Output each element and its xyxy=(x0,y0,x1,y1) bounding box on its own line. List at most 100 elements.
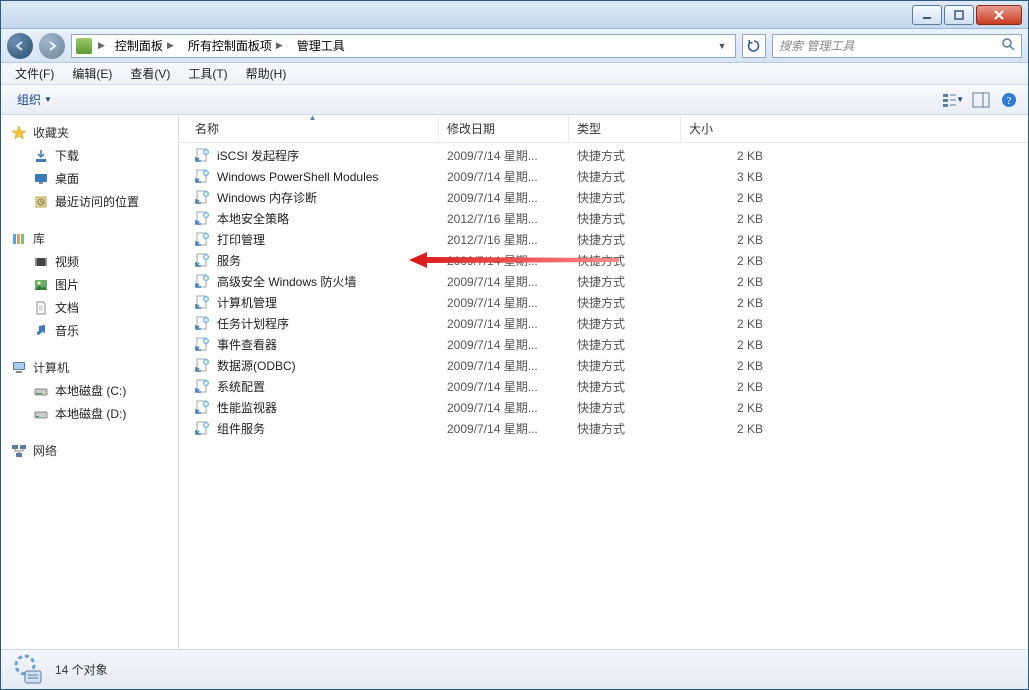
minimize-button[interactable] xyxy=(912,5,942,25)
library-icon xyxy=(11,231,27,247)
menu-view[interactable]: 查看(V) xyxy=(122,63,178,84)
breadcrumb[interactable]: 管理工具 xyxy=(293,35,349,57)
sidebar-network[interactable]: 网络 xyxy=(5,439,174,462)
file-date: 2009/7/14 星期... xyxy=(439,252,569,269)
file-date: 2009/7/14 星期... xyxy=(439,420,569,437)
view-mode-button[interactable]: ▼ xyxy=(942,89,964,111)
file-size: 2 KB xyxy=(681,275,771,289)
sidebar-item-label: 音乐 xyxy=(55,322,79,339)
download-icon xyxy=(33,148,49,164)
address-bar[interactable]: ▶ 控制面板 ▶ 所有控制面板项▶ 管理工具 ▼ xyxy=(71,34,736,58)
shortcut-icon xyxy=(195,253,211,269)
maximize-button[interactable] xyxy=(944,5,974,25)
shortcut-icon xyxy=(195,337,211,353)
sort-asc-icon: ▲ xyxy=(309,113,317,122)
file-size: 2 KB xyxy=(681,317,771,331)
organize-button[interactable]: 组织 ▼ xyxy=(9,88,60,111)
file-name: 系统配置 xyxy=(217,378,265,395)
table-row[interactable]: 本地安全策略2012/7/16 星期...快捷方式2 KB xyxy=(179,208,1028,229)
table-row[interactable]: 性能监视器2009/7/14 星期...快捷方式2 KB xyxy=(179,397,1028,418)
control-panel-icon xyxy=(76,38,92,54)
file-list[interactable]: iSCSI 发起程序2009/7/14 星期...快捷方式2 KBWindows… xyxy=(179,143,1028,649)
table-row[interactable]: 任务计划程序2009/7/14 星期...快捷方式2 KB xyxy=(179,313,1028,334)
shortcut-icon xyxy=(195,190,211,206)
file-size: 2 KB xyxy=(681,338,771,352)
file-name: 组件服务 xyxy=(217,420,265,437)
table-row[interactable]: 事件查看器2009/7/14 星期...快捷方式2 KB xyxy=(179,334,1028,355)
picture-icon xyxy=(33,277,49,293)
sidebar-item-music[interactable]: 音乐 xyxy=(5,319,174,342)
sidebar-favorites[interactable]: 收藏夹 xyxy=(5,121,174,144)
file-type: 快捷方式 xyxy=(569,399,681,416)
file-size: 2 KB xyxy=(681,191,771,205)
chevron-right-icon: ▶ xyxy=(167,40,174,51)
table-row[interactable]: iSCSI 发起程序2009/7/14 星期...快捷方式2 KB xyxy=(179,145,1028,166)
breadcrumb[interactable]: 控制面板 ▶ xyxy=(111,35,178,57)
close-button[interactable] xyxy=(976,5,1022,25)
menu-tools[interactable]: 工具(T) xyxy=(180,63,235,84)
column-name[interactable]: 名称▲ xyxy=(187,115,439,142)
file-size: 2 KB xyxy=(681,401,771,415)
file-date: 2009/7/14 星期... xyxy=(439,378,569,395)
table-row[interactable]: 服务2009/7/14 星期...快捷方式2 KB xyxy=(179,250,1028,271)
shortcut-icon xyxy=(195,211,211,227)
file-size: 2 KB xyxy=(681,149,771,163)
address-dropdown[interactable]: ▼ xyxy=(713,41,731,51)
table-row[interactable]: 数据源(ODBC)2009/7/14 星期...快捷方式2 KB xyxy=(179,355,1028,376)
chevron-right-icon: ▶ xyxy=(98,40,105,51)
file-list-pane: 名称▲ 修改日期 类型 大小 iSCSI 发起程序2009/7/14 星期...… xyxy=(179,115,1028,649)
chevron-down-icon: ▼ xyxy=(956,95,964,104)
table-row[interactable]: 高级安全 Windows 防火墙2009/7/14 星期...快捷方式2 KB xyxy=(179,271,1028,292)
table-row[interactable]: Windows 内存诊断2009/7/14 星期...快捷方式2 KB xyxy=(179,187,1028,208)
sidebar-libraries[interactable]: 库 xyxy=(5,227,174,250)
sidebar-item-label: 下载 xyxy=(55,147,79,164)
sidebar-item-drive-c[interactable]: 本地磁盘 (C:) xyxy=(5,379,174,402)
menubar: 文件(F) 编辑(E) 查看(V) 工具(T) 帮助(H) xyxy=(1,63,1028,85)
file-type: 快捷方式 xyxy=(569,336,681,353)
file-type: 快捷方式 xyxy=(569,273,681,290)
status-bar: 14 个对象 xyxy=(1,649,1028,689)
file-type: 快捷方式 xyxy=(569,357,681,374)
file-size: 2 KB xyxy=(681,422,771,436)
file-type: 快捷方式 xyxy=(569,189,681,206)
sidebar-item-desktop[interactable]: 桌面 xyxy=(5,167,174,190)
table-row[interactable]: 打印管理2012/7/16 星期...快捷方式2 KB xyxy=(179,229,1028,250)
file-date: 2012/7/16 星期... xyxy=(439,210,569,227)
column-type[interactable]: 类型 xyxy=(569,115,681,142)
column-date[interactable]: 修改日期 xyxy=(439,115,569,142)
file-name: Windows 内存诊断 xyxy=(217,189,317,206)
sidebar-item-documents[interactable]: 文档 xyxy=(5,296,174,319)
refresh-button[interactable] xyxy=(742,34,766,58)
file-date: 2009/7/14 星期... xyxy=(439,294,569,311)
sidebar-item-drive-d[interactable]: 本地磁盘 (D:) xyxy=(5,402,174,425)
help-button[interactable]: ? xyxy=(998,89,1020,111)
file-date: 2009/7/14 星期... xyxy=(439,336,569,353)
table-row[interactable]: 系统配置2009/7/14 星期...快捷方式2 KB xyxy=(179,376,1028,397)
breadcrumb-label: 所有控制面板项 xyxy=(188,37,272,54)
search-input[interactable]: 搜索 管理工具 xyxy=(772,34,1022,58)
back-button[interactable] xyxy=(7,33,33,59)
breadcrumb-label: 控制面板 xyxy=(115,37,163,54)
navigation-pane: 收藏夹 下载 桌面 最近访问的位置 库 视频 图片 文档 音乐 计算机 本地磁盘… xyxy=(1,115,179,649)
sidebar-computer[interactable]: 计算机 xyxy=(5,356,174,379)
column-label: 修改日期 xyxy=(447,120,495,137)
sidebar-item-recent[interactable]: 最近访问的位置 xyxy=(5,190,174,213)
preview-pane-button[interactable] xyxy=(970,89,992,111)
sidebar-item-downloads[interactable]: 下载 xyxy=(5,144,174,167)
shortcut-icon xyxy=(195,148,211,164)
sidebar-item-pictures[interactable]: 图片 xyxy=(5,273,174,296)
breadcrumb[interactable]: 所有控制面板项▶ xyxy=(184,35,287,57)
forward-button[interactable] xyxy=(39,33,65,59)
sidebar-item-videos[interactable]: 视频 xyxy=(5,250,174,273)
menu-edit[interactable]: 编辑(E) xyxy=(64,63,120,84)
table-row[interactable]: Windows PowerShell Modules2009/7/14 星期..… xyxy=(179,166,1028,187)
menu-help[interactable]: 帮助(H) xyxy=(238,63,295,84)
file-name: 本地安全策略 xyxy=(217,210,289,227)
table-row[interactable]: 计算机管理2009/7/14 星期...快捷方式2 KB xyxy=(179,292,1028,313)
menu-file[interactable]: 文件(F) xyxy=(7,63,62,84)
sidebar-item-label: 本地磁盘 (D:) xyxy=(55,405,126,422)
computer-icon xyxy=(11,360,27,376)
file-type: 快捷方式 xyxy=(569,252,681,269)
table-row[interactable]: 组件服务2009/7/14 星期...快捷方式2 KB xyxy=(179,418,1028,439)
column-size[interactable]: 大小 xyxy=(681,115,771,142)
